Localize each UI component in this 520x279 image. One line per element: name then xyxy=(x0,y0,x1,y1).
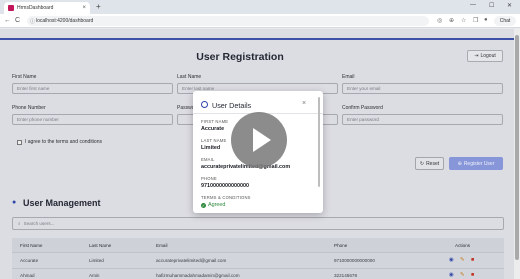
terms-row[interactable]: I agree to the terms and conditions xyxy=(17,139,102,145)
search-icon: ⌕ xyxy=(18,221,21,226)
field-value: Accurate xyxy=(201,126,225,132)
delete-icon[interactable]: ■ xyxy=(471,272,474,278)
scrollbar-thumb[interactable] xyxy=(515,35,519,260)
row-divider xyxy=(12,268,504,269)
search-input[interactable]: ⌕ Search users... xyxy=(12,217,504,230)
users-icon: ● xyxy=(12,199,17,206)
url-field[interactable]: ⓘ localhost:4200/dashboard xyxy=(27,16,429,26)
cell-email: accurateprivatelimited@gmail.com xyxy=(156,258,227,263)
browser-tab-bar: HrmsDashboard × + — ☐ ✕ xyxy=(0,0,520,14)
cell-email: hafizmuhammadahmadamin@gmail.com xyxy=(156,273,240,278)
modal-title: User Details xyxy=(212,101,252,110)
col-last-name[interactable]: Last Name xyxy=(89,243,111,248)
tab-title: HrmsDashboard xyxy=(17,5,54,11)
view-icon[interactable]: ◉ xyxy=(449,272,454,278)
field-label: PHONE xyxy=(201,176,217,181)
translate-icon[interactable]: ◎ xyxy=(437,17,442,24)
reset-button[interactable]: ↻ Reset xyxy=(415,157,444,170)
logout-label: Logout xyxy=(480,53,496,59)
users-table: First Name Last Name Email Phone Actions… xyxy=(12,238,504,279)
register-label: Register User xyxy=(463,160,495,167)
cell-phone: 9710000000000000 xyxy=(334,258,375,263)
cell-last-name: Limited xyxy=(89,258,104,263)
cell-first-name: Accurate xyxy=(20,258,39,263)
terms-status: ✓ Agreed xyxy=(201,202,225,208)
email-label: Email xyxy=(342,74,355,80)
first-name-label: First Name xyxy=(12,74,37,80)
minimize-icon[interactable]: — xyxy=(470,2,476,8)
page-scrollbar[interactable] xyxy=(514,29,520,279)
accent-line xyxy=(0,38,514,40)
table-header: First Name Last Name Email Phone Actions xyxy=(12,238,504,252)
app-favicon-icon xyxy=(8,5,14,11)
cell-phone: 322145678 xyxy=(334,273,357,278)
reload-icon[interactable]: C xyxy=(15,17,20,24)
chat-label: Chat xyxy=(499,18,511,24)
extensions-icon[interactable]: ❐ xyxy=(473,17,478,24)
first-name-input[interactable]: Enter first name xyxy=(12,83,173,94)
chat-button[interactable]: Chat xyxy=(494,16,516,26)
field-label: FIRST NAME xyxy=(201,119,229,124)
col-phone[interactable]: Phone xyxy=(334,243,347,248)
terms-label: I agree to the terms and conditions xyxy=(25,139,102,145)
terms-status-value: Agreed xyxy=(208,202,226,208)
new-tab-icon[interactable]: + xyxy=(96,2,101,11)
field-label: LAST NAME xyxy=(201,138,227,143)
url-text: localhost:4200/dashboard xyxy=(36,18,94,24)
field-label: EMAIL xyxy=(201,157,215,162)
col-first-name[interactable]: First Name xyxy=(20,243,42,248)
field-value: Limited xyxy=(201,145,221,151)
logout-icon: ⇥ xyxy=(474,53,479,59)
edit-icon[interactable]: ✎ xyxy=(460,272,465,278)
cell-last-name: Amin xyxy=(89,273,100,278)
view-icon[interactable]: ◉ xyxy=(449,257,454,263)
tab-close-icon[interactable]: × xyxy=(82,5,86,11)
modal-close-icon[interactable]: × xyxy=(302,100,306,107)
delete-icon[interactable]: ■ xyxy=(471,257,474,263)
address-bar: ← C ⓘ localhost:4200/dashboard ◎ ⊕ ☆ ❐ ●… xyxy=(0,14,520,28)
play-icon xyxy=(253,128,271,152)
row-divider xyxy=(12,252,504,253)
window-close-icon[interactable]: ✕ xyxy=(507,2,512,9)
field-label: TERMS & CONDITIONS xyxy=(201,195,251,200)
browser-tab[interactable]: HrmsDashboard × xyxy=(4,2,90,14)
reset-icon: ↻ xyxy=(419,160,425,167)
zoom-icon[interactable]: ⊕ xyxy=(449,17,454,24)
field-value: 9710000000000000 xyxy=(201,183,249,189)
edit-icon[interactable]: ✎ xyxy=(460,257,465,263)
cell-first-name: Ahmad xyxy=(20,273,35,278)
search-placeholder: Search users... xyxy=(23,221,55,226)
register-user-button[interactable]: ⊕ Register User xyxy=(449,157,503,170)
site-info-icon[interactable]: ⓘ xyxy=(30,18,35,25)
add-user-icon: ⊕ xyxy=(457,160,462,167)
check-circle-icon: ✓ xyxy=(201,202,206,208)
col-email[interactable]: Email xyxy=(156,243,168,248)
page-title: User Registration xyxy=(196,51,284,63)
play-button[interactable] xyxy=(231,112,287,168)
last-name-label: Last Name xyxy=(177,74,202,80)
phone-input[interactable]: Enter phone number xyxy=(12,114,173,125)
back-icon[interactable]: ← xyxy=(4,17,11,24)
modal-scrollbar[interactable] xyxy=(318,97,320,187)
section-title: User Management xyxy=(23,198,101,208)
profile-icon[interactable]: ● xyxy=(484,17,488,23)
terms-checkbox[interactable] xyxy=(17,139,22,145)
phone-label: Phone Number xyxy=(12,105,46,111)
user-icon xyxy=(201,101,208,108)
bookmark-star-icon[interactable]: ☆ xyxy=(461,17,466,24)
logout-button[interactable]: ⇥ Logout xyxy=(467,50,503,62)
reset-label: Reset xyxy=(426,160,440,167)
maximize-icon[interactable]: ☐ xyxy=(489,2,494,9)
email-input[interactable]: Enter your email xyxy=(342,83,503,94)
confirm-password-label: Confirm Password xyxy=(342,105,383,111)
confirm-password-input[interactable]: Enter password xyxy=(342,114,503,125)
col-actions: Actions xyxy=(455,243,471,248)
